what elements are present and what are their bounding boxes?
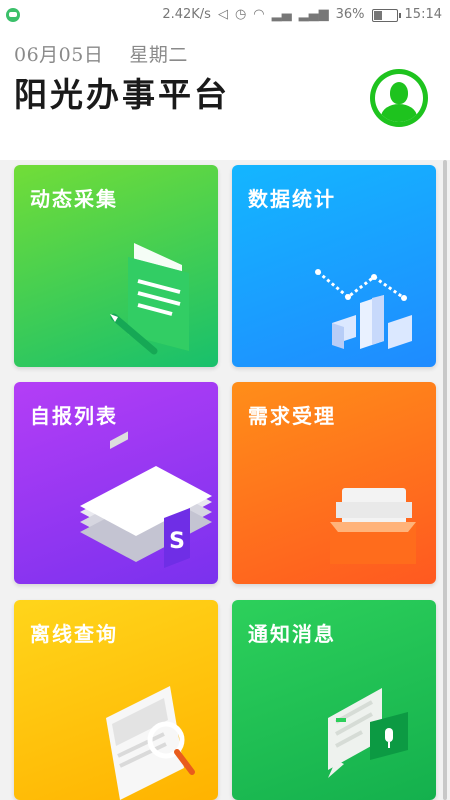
signal-icon-2: ▂▄▆ <box>298 7 329 22</box>
svg-text:S: S <box>169 529 185 554</box>
signal-icon: ▂▄ <box>271 7 292 22</box>
alarm-icon: ◷ <box>234 7 247 22</box>
card-data-statistics[interactable]: 数据统计 <box>232 165 436 367</box>
battery-percent: 36% <box>335 7 365 22</box>
date-line: 06月05日 星期二 <box>14 40 214 67</box>
user-icon <box>375 74 423 122</box>
card-dynamic-collect[interactable]: 动态采集 <box>14 165 218 367</box>
avatar[interactable] <box>370 69 428 127</box>
battery-icon <box>371 8 401 22</box>
clock-time: 15:14 <box>404 7 442 22</box>
status-icons: 2.42K/s ◁ ◷ ◠ ▂▄ ▂▄▆ 36% 15:14 <box>162 7 442 23</box>
mute-icon: ◁ <box>217 7 228 22</box>
card-self-report-list[interactable]: 自报列表 S <box>14 382 218 584</box>
date-text: 06月05日 <box>14 44 104 66</box>
notification-app-icon <box>6 8 20 22</box>
status-bar: 2.42K/s ◁ ◷ ◠ ▂▄ ▂▄▆ 36% 15:14 <box>0 0 450 32</box>
card-notification-message[interactable]: 通知消息 <box>232 600 436 800</box>
document-pencil-icon <box>110 243 189 355</box>
magnifier-document-icon <box>106 686 195 800</box>
network-speed: 2.42K/s <box>162 7 211 22</box>
card-offline-query[interactable]: 离线查询 <box>14 600 218 800</box>
stacked-papers-icon: S <box>80 431 212 568</box>
inbox-tray-icon <box>330 488 416 564</box>
chat-bubble-icon <box>328 688 408 778</box>
weekday-text: 星期二 <box>129 44 188 66</box>
bar-chart-icon <box>315 269 412 349</box>
wifi-icon: ◠ <box>253 7 265 22</box>
card-request-acceptance[interactable]: 需求受理 <box>232 382 436 584</box>
page-title: 阳光办事平台 <box>14 75 230 114</box>
scrollbar[interactable] <box>443 160 447 800</box>
